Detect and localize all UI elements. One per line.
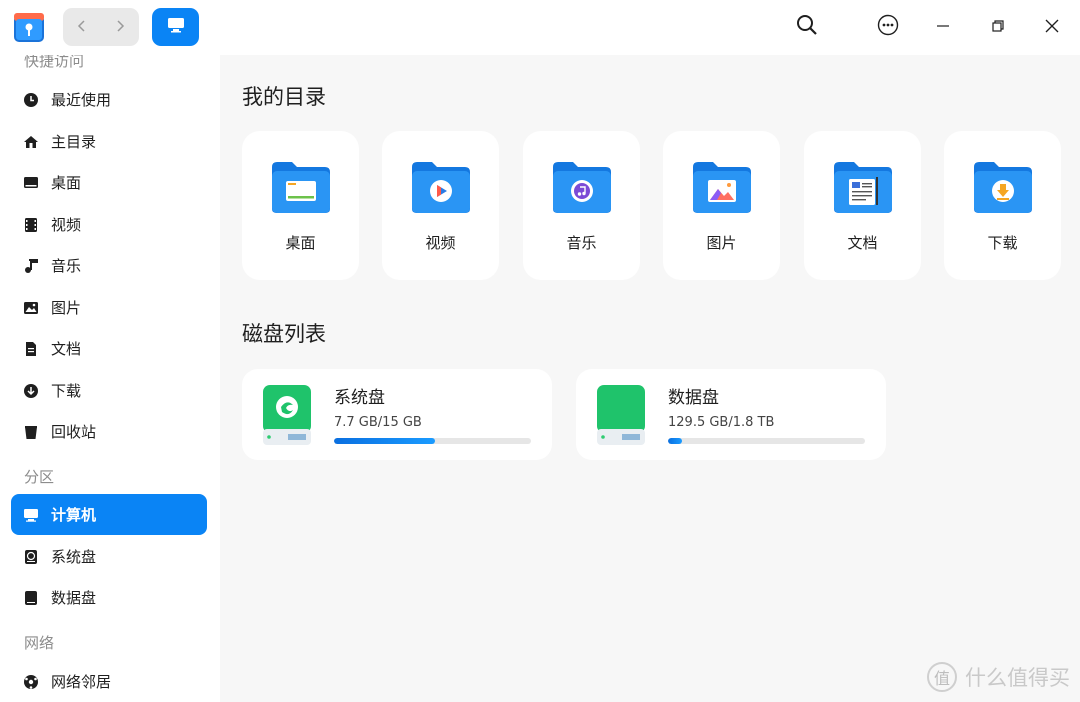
sidebar-item-system-disk[interactable]: 系统盘	[11, 536, 207, 577]
sidebar-item-label: 下载	[51, 382, 82, 400]
restore-icon	[991, 18, 1005, 37]
document-icon	[23, 341, 39, 357]
computer-icon	[23, 507, 39, 523]
dir-label: 桌面	[285, 234, 316, 252]
sidebar-item-desktop[interactable]: 桌面	[11, 162, 207, 203]
system-disk-icon	[23, 549, 39, 565]
main-content: 我的目录 桌面 视频 音乐 图片 文档 下载 磁盘列表 系统盘 7.7 GB/1…	[220, 55, 1080, 702]
disk-usage-fill	[668, 438, 682, 444]
computer-view-button[interactable]	[152, 8, 199, 46]
sidebar-item-recent[interactable]: 最近使用	[11, 79, 207, 120]
data-disk-icon	[23, 590, 39, 606]
music-folder-icon	[551, 159, 613, 215]
dir-label: 文档	[847, 234, 878, 252]
disk-card-system[interactable]: 系统盘 7.7 GB/15 GB	[242, 369, 552, 460]
disk-usage: 7.7 GB/15 GB	[334, 415, 422, 430]
watermark: 值 什么值得买	[927, 662, 1070, 692]
sidebar-item-label: 数据盘	[51, 589, 97, 607]
back-button[interactable]	[63, 8, 101, 46]
dir-label: 图片	[706, 234, 737, 252]
dir-card-video[interactable]: 视频	[382, 131, 499, 280]
dir-card-pictures[interactable]: 图片	[663, 131, 780, 280]
document-folder-icon	[832, 159, 894, 215]
close-icon	[1045, 18, 1059, 37]
sidebar-item-computer[interactable]: 计算机	[11, 494, 207, 535]
dir-label: 视频	[425, 234, 456, 252]
video-icon	[23, 217, 39, 233]
sidebar-item-home[interactable]: 主目录	[11, 121, 207, 162]
disk-card-data[interactable]: 数据盘 129.5 GB/1.8 TB	[576, 369, 886, 460]
section-quick-access: 快捷访问	[24, 55, 85, 70]
section-network: 网络	[24, 634, 55, 652]
sidebar-item-label: 视频	[51, 216, 82, 234]
sidebar-item-label: 音乐	[51, 257, 82, 275]
sidebar-item-data-disk[interactable]: 数据盘	[11, 577, 207, 618]
picture-folder-icon	[691, 159, 753, 215]
sidebar-item-pictures[interactable]: 图片	[11, 287, 207, 328]
dir-label: 下载	[987, 234, 1018, 252]
sidebar-item-label: 计算机	[51, 506, 97, 524]
home-icon	[23, 134, 39, 150]
navigation-group	[63, 8, 139, 46]
chevron-right-icon	[114, 18, 126, 37]
watermark-text: 什么值得买	[965, 666, 1070, 690]
maximize-button[interactable]	[983, 12, 1013, 42]
disk-usage: 129.5 GB/1.8 TB	[668, 415, 775, 430]
title-bar	[0, 0, 1080, 55]
data-disk-drive-icon	[596, 385, 646, 445]
sidebar: 快捷访问 最近使用 主目录 桌面 视频 音乐 图片 文档 下载 回收站 分区 计…	[0, 55, 220, 702]
disk-usage-fill	[334, 438, 436, 444]
sidebar-item-trash[interactable]: 回收站	[11, 411, 207, 452]
disk-usage-bar	[334, 438, 531, 444]
dir-card-downloads[interactable]: 下载	[944, 131, 1061, 280]
sidebar-item-label: 桌面	[51, 174, 82, 192]
sidebar-item-music[interactable]: 音乐	[11, 245, 207, 286]
trash-icon	[23, 424, 39, 440]
download-folder-icon	[972, 159, 1034, 215]
more-options-icon	[877, 14, 899, 40]
sidebar-item-label: 最近使用	[51, 91, 112, 109]
sidebar-item-label: 网络邻居	[51, 673, 112, 691]
disk-name: 数据盘	[668, 388, 719, 408]
sidebar-item-label: 主目录	[51, 133, 97, 151]
sidebar-item-network-neighborhood[interactable]: 网络邻居	[11, 661, 207, 702]
minimize-icon	[936, 18, 950, 37]
sidebar-item-label: 回收站	[51, 423, 97, 441]
disk-usage-bar	[668, 438, 865, 444]
section-partition: 分区	[24, 468, 55, 486]
disk-list-title: 磁盘列表	[242, 322, 326, 346]
desktop-icon	[23, 175, 39, 191]
sidebar-item-label: 文档	[51, 340, 82, 358]
search-button[interactable]	[792, 12, 822, 42]
close-button[interactable]	[1037, 12, 1067, 42]
sidebar-item-downloads[interactable]: 下载	[11, 370, 207, 411]
dir-label: 音乐	[566, 234, 597, 252]
sidebar-item-label: 图片	[51, 299, 82, 317]
menu-button[interactable]	[873, 12, 903, 42]
monitor-icon	[166, 16, 186, 38]
disk-name: 系统盘	[334, 388, 385, 408]
sidebar-item-label: 系统盘	[51, 548, 97, 566]
file-manager-app-icon	[12, 10, 46, 44]
picture-icon	[23, 300, 39, 316]
dir-card-desktop[interactable]: 桌面	[242, 131, 359, 280]
sidebar-item-video[interactable]: 视频	[11, 204, 207, 245]
watermark-logo: 值	[927, 662, 957, 692]
my-directories-title: 我的目录	[242, 85, 326, 109]
sidebar-item-documents[interactable]: 文档	[11, 328, 207, 369]
search-icon	[795, 13, 819, 41]
system-disk-drive-icon	[262, 385, 312, 445]
dir-card-documents[interactable]: 文档	[804, 131, 921, 280]
network-icon	[23, 674, 39, 690]
dir-card-music[interactable]: 音乐	[523, 131, 640, 280]
music-icon	[23, 258, 39, 274]
clock-icon	[23, 92, 39, 108]
forward-button[interactable]	[101, 8, 139, 46]
video-folder-icon	[410, 159, 472, 215]
download-icon	[23, 383, 39, 399]
minimize-button[interactable]	[928, 12, 958, 42]
chevron-left-icon	[76, 18, 88, 37]
desktop-folder-icon	[270, 159, 332, 215]
